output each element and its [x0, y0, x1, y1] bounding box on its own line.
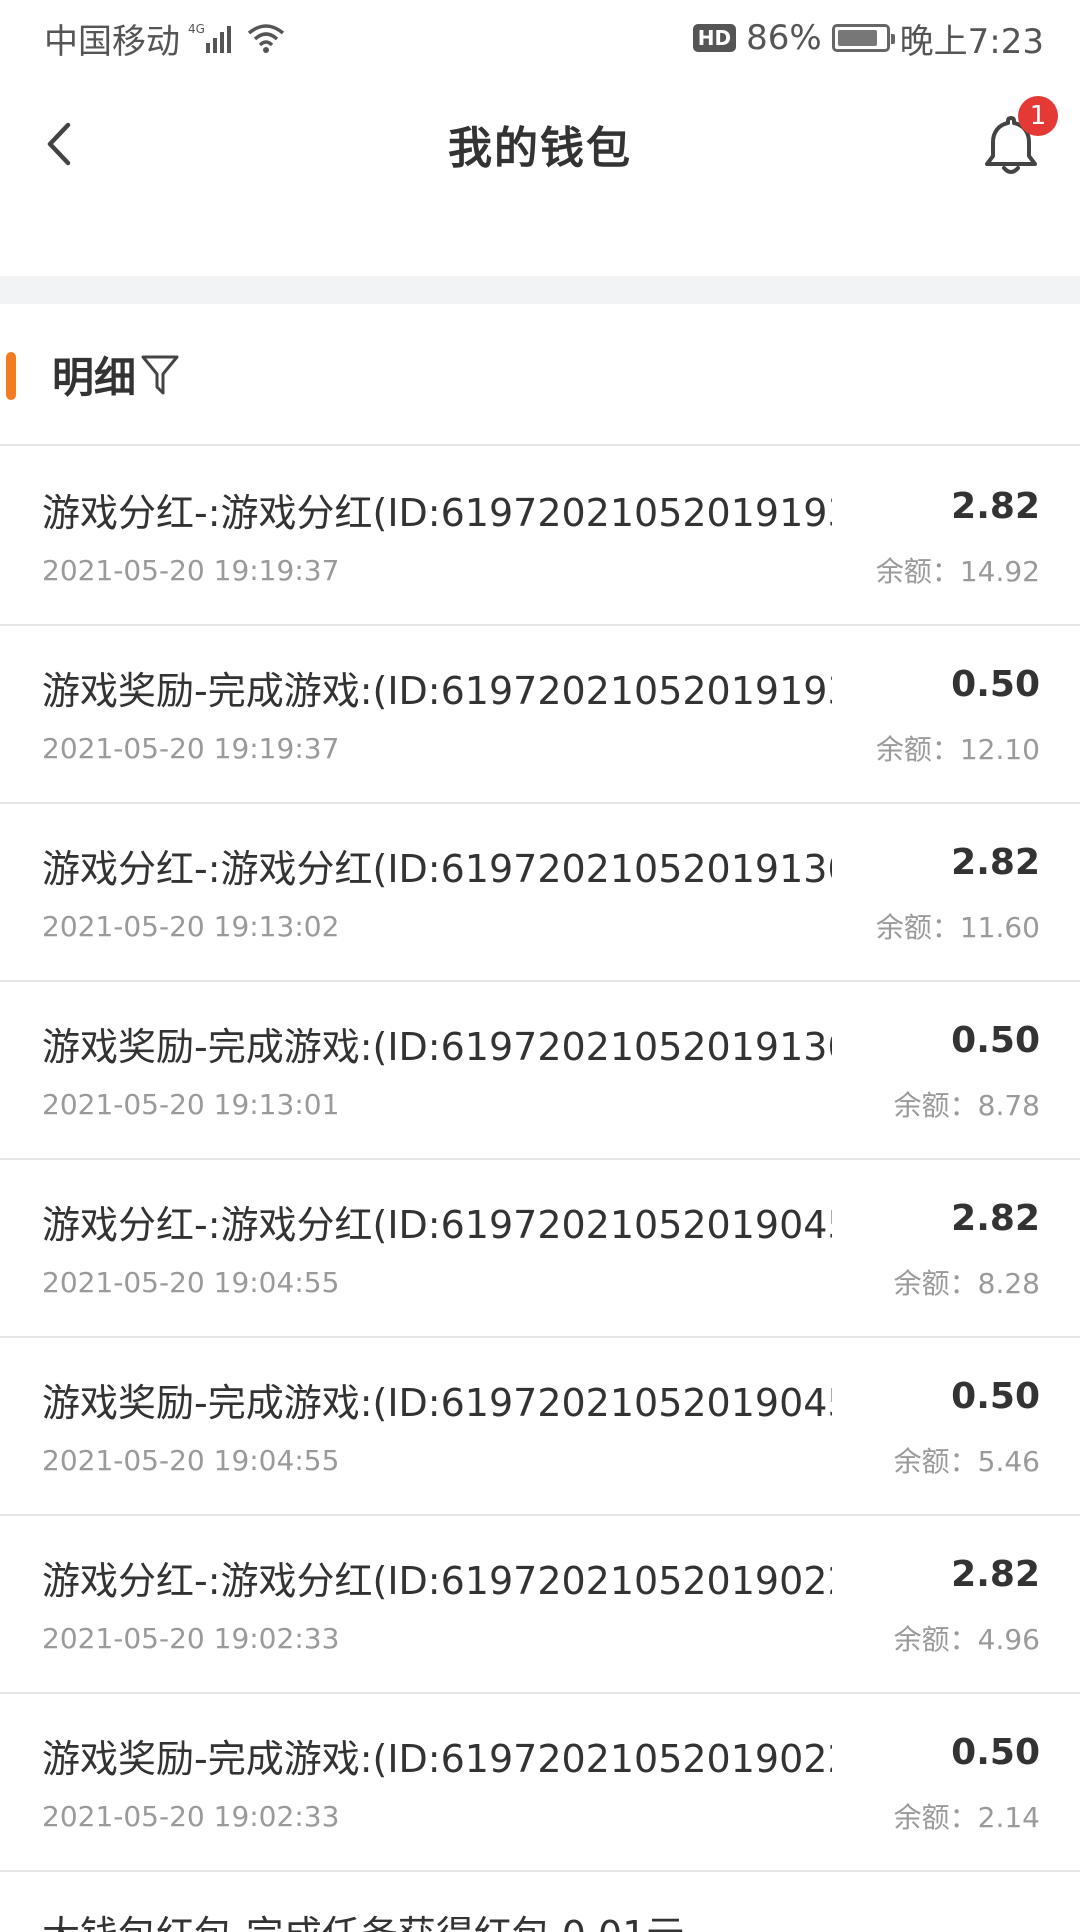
transaction-time: 2021-05-20 19:02:33 — [42, 1622, 340, 1655]
transaction-row[interactable]: 游戏奖励-完成游戏:(ID:61972021052019022917 2021-0… — [0, 1694, 1080, 1872]
transaction-row[interactable]: 游戏分红-:游戏分红(ID:61972021052019193617 2021-0… — [0, 448, 1080, 626]
transaction-list: 游戏分红-:游戏分红(ID:61972021052019193617 2021-0… — [0, 448, 1080, 1932]
carrier-name: 中国移动 — [44, 21, 180, 62]
transaction-amount: 0.50 — [951, 664, 1040, 705]
transaction-description: 游戏奖励-完成游戏:(ID:61972021052019045417 — [42, 1381, 832, 1425]
transaction-description: 游戏分红-:游戏分红(ID:61972021052019045417 — [42, 1203, 832, 1247]
clock: 晚上7:23 — [899, 21, 1044, 62]
transaction-balance: 余额：11.60 — [875, 911, 1040, 944]
battery-icon — [831, 24, 895, 52]
transaction-description: 游戏分红-:游戏分红(ID:61972021052019193617 — [42, 491, 832, 535]
notification-badge: 1 — [1018, 96, 1058, 136]
transaction-time: 2021-05-20 19:13:01 — [42, 1088, 340, 1121]
transaction-row[interactable]: 游戏分红-:游戏分红(ID:61972021052019045417 2021-0… — [0, 1160, 1080, 1338]
transaction-row[interactable]: 游戏奖励-完成游戏:(ID:61972021052019130017 2021-0… — [0, 982, 1080, 1160]
app-header: 我的钱包 1 — [0, 76, 1080, 212]
transaction-time: 2021-05-20 19:04:55 — [42, 1266, 340, 1299]
transaction-time: 2021-05-20 19:19:37 — [42, 554, 340, 587]
transaction-amount: 0.50 — [951, 1376, 1040, 1417]
details-section-header: 明细 — [0, 304, 1080, 446]
transaction-amount: 0.50 — [951, 1020, 1040, 1061]
status-left: 中国移动 4G — [44, 14, 286, 63]
transaction-description: 游戏分红-:游戏分红(ID:61972021052019130017 — [42, 847, 832, 891]
transaction-amount: 2.82 — [951, 1198, 1040, 1239]
transaction-row[interactable]: 游戏分红-:游戏分红(ID:61972021052019022917 2021-0… — [0, 1516, 1080, 1694]
status-right: HD 86% 晚上7:23 — [683, 14, 1044, 63]
back-button[interactable] — [30, 114, 90, 174]
filter-icon[interactable] — [140, 353, 180, 401]
status-bar: 中国移动 4G HD 86% 晚上7:23 — [0, 0, 1080, 76]
transaction-description: 游戏分红-:游戏分红(ID:61972021052019022917 — [42, 1559, 832, 1603]
transaction-time: 2021-05-20 19:02:33 — [42, 1800, 340, 1833]
transaction-balance: 余额：12.10 — [875, 733, 1040, 766]
svg-text:4G: 4G — [188, 22, 205, 36]
battery-fill — [837, 30, 878, 46]
transaction-description: 大钱包红包-完成任务获得红包 0.01元 — [42, 1904, 832, 1932]
section-divider — [0, 276, 1080, 304]
transaction-time: 2021-05-20 19:13:02 — [42, 910, 340, 943]
section-accent-bar — [6, 352, 16, 400]
transaction-balance: 余额：8.78 — [893, 1089, 1040, 1122]
battery-percent: 86% — [746, 18, 822, 58]
wifi-icon — [246, 21, 286, 55]
transaction-row[interactable]: 游戏奖励-完成游戏:(ID:61972021052019045417 2021-0… — [0, 1338, 1080, 1516]
hd-badge: HD — [692, 24, 737, 52]
transaction-amount: 2.82 — [951, 842, 1040, 883]
transaction-time: 2021-05-20 19:04:55 — [42, 1444, 340, 1477]
transaction-balance: 余额：2.14 — [893, 1801, 1040, 1834]
transaction-row[interactable]: 游戏奖励-完成游戏:(ID:61972021052019193617 2021-0… — [0, 626, 1080, 804]
page-title: 我的钱包 — [448, 123, 632, 174]
transaction-amount: 0.50 — [951, 1732, 1040, 1773]
transaction-balance: 余额：4.96 — [893, 1623, 1040, 1656]
transaction-description: 游戏奖励-完成游戏:(ID:61972021052019193617 — [42, 669, 832, 713]
transaction-description: 游戏奖励-完成游戏:(ID:61972021052019130017 — [42, 1025, 832, 1069]
transaction-balance: 余额：14.92 — [875, 555, 1040, 588]
notification-button[interactable]: 1 — [976, 96, 1058, 180]
transaction-balance: 余额：5.46 — [893, 1445, 1040, 1478]
transaction-amount: 2.82 — [951, 1554, 1040, 1595]
transaction-row[interactable]: 游戏分红-:游戏分红(ID:61972021052019130017 2021-0… — [0, 804, 1080, 982]
transaction-time: 2021-05-20 19:19:37 — [42, 732, 340, 765]
transaction-description: 游戏奖励-完成游戏:(ID:61972021052019022917 — [42, 1737, 832, 1781]
signal-icon: 4G — [188, 21, 238, 55]
section-title: 明细 — [52, 352, 137, 402]
chevron-left-icon — [47, 122, 71, 166]
transaction-amount: 2.82 — [951, 486, 1040, 527]
transaction-row-partial[interactable]: 大钱包红包-完成任务获得红包 0.01元 — [0, 1872, 1080, 1932]
transaction-balance: 余额：8.28 — [893, 1267, 1040, 1300]
